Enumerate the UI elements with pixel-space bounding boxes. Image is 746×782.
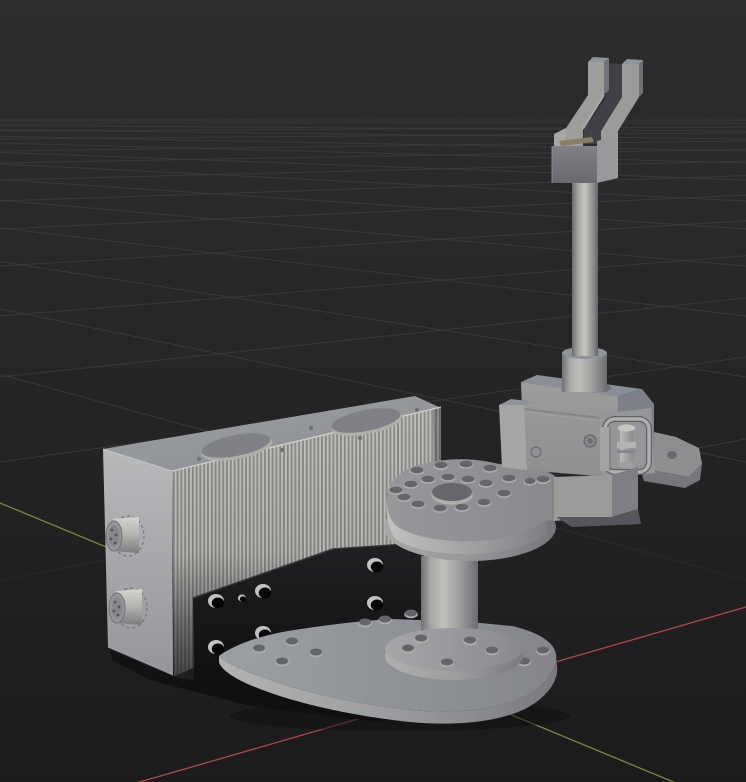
connector-plug-lower[interactable]	[109, 588, 147, 628]
scene-canvas[interactable]	[0, 0, 746, 782]
turntable-boss[interactable]	[385, 628, 523, 680]
viewport-3d[interactable]	[0, 0, 746, 782]
connector-plug-upper[interactable]	[106, 516, 144, 556]
